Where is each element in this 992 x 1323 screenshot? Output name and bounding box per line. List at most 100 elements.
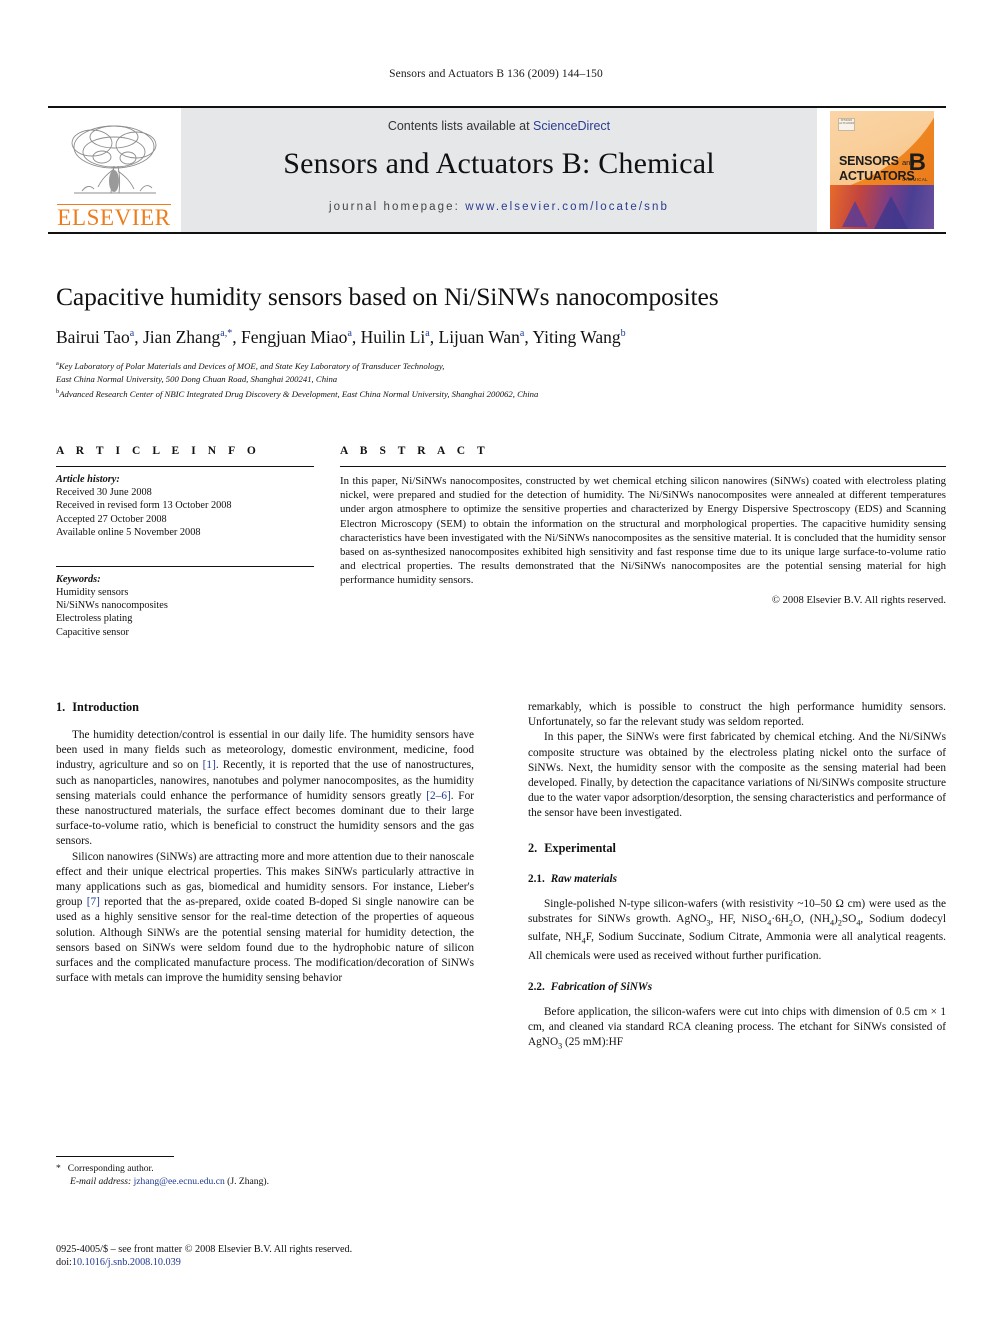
journal-title: Sensors and Actuators B: Chemical <box>283 147 715 180</box>
running-head: Sensors and Actuators B 136 (2009) 144–1… <box>389 68 603 80</box>
paragraph-text: SO <box>841 912 857 925</box>
doi-line: doi:10.1016/j.snb.2008.10.039 <box>56 1256 556 1269</box>
paragraph-text: ·6H <box>771 912 789 925</box>
keyword-item: Humidity sensors <box>56 586 129 598</box>
issn-copyright-line: 0925-4005/$ – see front matter © 2008 El… <box>56 1244 353 1255</box>
author-affil-mark: a <box>519 327 525 339</box>
affiliation-item: bAdvanced Research Center of NBIC Integr… <box>56 386 946 400</box>
author: Lijuan Wana <box>439 327 525 347</box>
keyword-item: Capacitive sensor <box>56 626 129 638</box>
author-affil-mark: a,* <box>220 327 233 339</box>
contents-available-line: Contents lists available at ScienceDirec… <box>388 119 610 133</box>
subsection-heading-raw-materials: 2.1. Raw materials <box>528 873 946 885</box>
body-columns: 1. Introduction The humidity detection/co… <box>56 700 946 1054</box>
footnote-divider <box>56 1156 174 1157</box>
author: Huilin Lia <box>361 327 430 347</box>
cover-chemical-label: CHEMICAL <box>902 177 928 182</box>
section-heading-introduction: 1. Introduction <box>56 700 474 715</box>
masthead-center: Contents lists available at ScienceDirec… <box>180 108 818 232</box>
elsevier-tree-icon <box>71 125 157 194</box>
citation-ref[interactable]: [2–6] <box>426 790 450 802</box>
author-name: Huilin Li <box>360 326 426 347</box>
author-affil-mark: b <box>620 327 626 339</box>
paragraph: Silicon nanowires (SiNWs) are attracting… <box>56 850 474 987</box>
divider <box>340 466 946 467</box>
affiliation-item: East China Normal University, 500 Dong C… <box>56 373 946 386</box>
paragraph: Before application, the silicon-wafers w… <box>528 1005 946 1054</box>
author-affil-mark: a <box>347 327 352 339</box>
author-affil-mark: a <box>129 327 135 339</box>
title-block: Capacitive humidity sensors based on Ni/… <box>56 282 946 400</box>
article-info-column: A R T I C L E I N F O Article history: R… <box>56 445 314 639</box>
author: Bairui Taoa <box>56 327 134 347</box>
section-title: Introduction <box>72 700 139 714</box>
article-info-heading: A R T I C L E I N F O <box>56 445 261 457</box>
paragraph: The humidity detection/control is essent… <box>56 728 474 850</box>
doi-label: doi: <box>56 1257 72 1269</box>
keywords-label: Keywords: <box>56 573 101 585</box>
body-column-right: remarkably, which is possible to constru… <box>528 700 946 1054</box>
info-abstract-region: A R T I C L E I N F O Article history: R… <box>56 445 946 639</box>
article-history-label: Article history: <box>56 474 120 485</box>
cover-artwork: SENSORS ACTUATORS SENSORS and ACTUATORS B… <box>830 111 934 229</box>
cover-crystal-graphic <box>830 185 934 229</box>
paragraph-text: reported that the as-prepared, oxide coa… <box>56 896 474 985</box>
elsevier-wordmark: ELSEVIER <box>57 204 171 230</box>
author-name: Bairui Tao <box>56 326 130 347</box>
author-name: Fengjuan Miao <box>240 326 348 347</box>
email-owner: (J. Zhang). <box>227 1175 269 1187</box>
author-name: Yiting Wang <box>532 326 621 347</box>
body-column-left: 1. Introduction The humidity detection/co… <box>56 700 474 1054</box>
cover-letter-b: B <box>908 149 926 176</box>
author-affil-mark: a <box>425 327 430 339</box>
affiliation-text: East China Normal University, 500 Dong C… <box>56 373 338 384</box>
subsection-number: 2.2. <box>528 980 545 993</box>
footnote-email-line: E-mail address: jzhang@ee.ecnu.edu.cn (J… <box>56 1176 474 1189</box>
affiliation-text: Advanced Research Center of NBIC Integra… <box>59 388 539 399</box>
subsection-title: Raw materials <box>550 872 617 885</box>
contents-prefix: Contents lists available at <box>387 119 534 133</box>
cover-badge: SENSORS ACTUATORS <box>838 118 855 131</box>
abstract-text: In this paper, Ni/SiNWs nanocomposites, … <box>340 475 946 587</box>
history-item: Accepted 27 October 2008 <box>56 513 167 525</box>
citation-ref[interactable]: [7] <box>87 896 100 908</box>
affiliation-item: aKey Laboratory of Polar Materials and D… <box>56 358 946 372</box>
corresponding-author-footnote: * Corresponding author. E-mail address: j… <box>56 1156 474 1188</box>
citation-ref[interactable]: [1] <box>203 759 216 771</box>
author: Yiting Wangb <box>532 327 625 347</box>
section-number: 1. <box>56 700 66 714</box>
author-name: Jian Zhang <box>143 326 221 347</box>
cover-line-sensors: SENSORS <box>839 154 899 168</box>
history-item: Received in revised form 13 October 2008 <box>56 500 232 512</box>
history-item: Available online 5 November 2008 <box>56 527 201 539</box>
page-footer: 0925-4005/$ – see front matter © 2008 El… <box>56 1243 556 1270</box>
author-list: Bairui Taoa, Jian Zhanga,*, Fengjuan Mia… <box>56 326 626 347</box>
footnote-star-mark: * <box>56 1163 61 1174</box>
journal-masthead: ELSEVIER Contents lists available at Sci… <box>48 106 946 234</box>
elsevier-logo: ELSEVIER <box>48 108 180 232</box>
paper-title: Capacitive humidity sensors based on Ni/… <box>56 282 719 311</box>
section-number: 2. <box>528 840 538 855</box>
paragraph: Single-polished N-type silicon-wafers (w… <box>528 897 946 964</box>
abstract-copyright: © 2008 Elsevier B.V. All rights reserved… <box>771 594 946 606</box>
subsection-heading-fabrication: 2.2. Fabrication of SiNWs <box>528 981 946 993</box>
affiliation-list: aKey Laboratory of Polar Materials and D… <box>56 358 946 400</box>
footnote-corresponding-text: Corresponding author. <box>67 1163 154 1174</box>
homepage-url-link[interactable]: www.elsevier.com/locate/snb <box>465 201 669 213</box>
author: Fengjuan Miaoa <box>241 327 352 347</box>
paragraph-text: , HF, NiSO <box>710 912 768 925</box>
email-label: E-mail address: <box>70 1175 132 1187</box>
paragraph: In this paper, the SiNWs were first fabr… <box>528 731 946 820</box>
author-name: Lijuan Wan <box>438 326 520 347</box>
abstract-column: A B S T R A C T In this paper, Ni/SiNWs … <box>340 445 946 639</box>
homepage-label: journal homepage: <box>329 201 460 213</box>
doi-link[interactable]: 10.1016/j.snb.2008.10.039 <box>72 1257 181 1268</box>
paragraph: remarkably, which is possible to constru… <box>528 701 946 729</box>
email-link[interactable]: jzhang@ee.ecnu.edu.cn <box>134 1176 225 1187</box>
keyword-item: Ni/SiNWs nanocomposites <box>56 600 168 612</box>
paragraph-text: F, Sodium Succinate, Sodium Citrate, Amm… <box>528 931 946 962</box>
sciencedirect-link[interactable]: ScienceDirect <box>533 119 610 133</box>
affiliation-text: Key Laboratory of Polar Materials and De… <box>58 361 445 372</box>
divider <box>56 466 314 467</box>
subsection-title: Fabrication of SiNWs <box>550 980 653 993</box>
